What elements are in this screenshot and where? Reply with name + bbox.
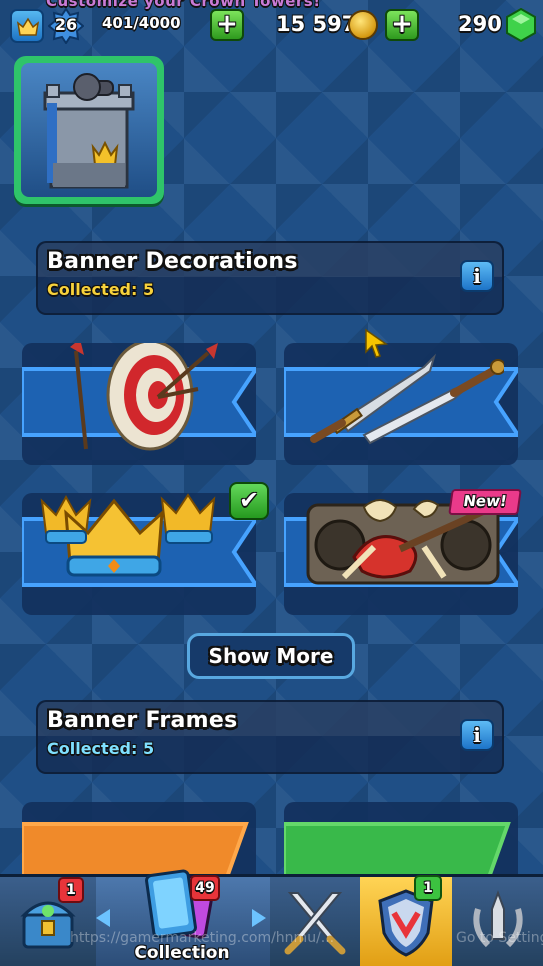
frame-tile-orange[interactable] [22, 802, 256, 874]
tower-preview [21, 63, 157, 197]
info-button[interactable]: i [460, 719, 494, 751]
gem-icon[interactable] [506, 8, 536, 42]
section-title: Banner Decorations [47, 249, 298, 274]
nav-arrow-right-icon [252, 909, 266, 927]
clan-notification-badge: 1 [414, 875, 442, 901]
decoration-tile-swords[interactable] [284, 343, 518, 465]
gold-amount: 15 597 [276, 12, 357, 36]
add-xp-button[interactable]: + [210, 9, 244, 41]
nav-arrow-left-icon [96, 909, 110, 927]
crossed-swords-icon [310, 353, 504, 445]
show-more-button[interactable]: Show More [187, 633, 355, 679]
crown-icon [17, 17, 39, 36]
bottom-nav: 1 49 Collection 1 [0, 869, 543, 966]
green-banner-ribbon [284, 822, 511, 874]
info-button[interactable]: i [460, 260, 494, 292]
xp-counter: 401/4000 [102, 14, 181, 32]
shop-notification-badge: 1 [58, 877, 84, 903]
nav-shop[interactable]: 1 [0, 877, 96, 966]
watermark-text: https://gamermarketing.com/hnmu/... [70, 930, 335, 946]
nav-tournaments[interactable] [452, 877, 543, 966]
target-icon [70, 343, 218, 451]
section-title: Banner Frames [47, 708, 238, 733]
nav-clan[interactable]: 1 [360, 875, 452, 966]
nav-collection-label: Collection [134, 943, 230, 963]
banner-frames-header: Banner Frames Collected: 5 i [36, 700, 504, 774]
crowns-icon [40, 493, 216, 577]
crown-tower-icon [43, 73, 135, 189]
decoration-tile-target[interactable] [22, 343, 256, 465]
collection-notification-badge: 49 [190, 875, 220, 901]
add-gold-button[interactable]: + [385, 9, 419, 41]
top-hint-text: Customize your Crown Towers! [46, 0, 321, 10]
orange-banner-ribbon [22, 822, 249, 874]
new-badge: New! [448, 489, 522, 515]
banner-decorations-header: Banner Decorations Collected: 5 i [36, 241, 504, 315]
frame-tile-green[interactable] [284, 802, 518, 874]
profile-button[interactable] [10, 9, 44, 43]
gems-amount: 290 [458, 12, 502, 36]
top-bar: Customize your Crown Towers! 26 401/4000… [0, 0, 543, 46]
cursor-icon [365, 328, 389, 358]
collected-count: Collected: 5 [47, 280, 155, 299]
decoration-tile-crowns[interactable] [22, 493, 256, 615]
level-number: 26 [54, 15, 78, 34]
go-to-settings-text: Go to Setting [456, 930, 543, 946]
selected-check-icon: ✔ [229, 482, 269, 520]
gold-coin-icon [348, 10, 378, 40]
collected-count: Collected: 5 [47, 739, 155, 758]
level-badge: 26 [47, 7, 85, 45]
crown-tower-card[interactable] [14, 56, 164, 204]
nav-battle[interactable] [270, 877, 360, 966]
